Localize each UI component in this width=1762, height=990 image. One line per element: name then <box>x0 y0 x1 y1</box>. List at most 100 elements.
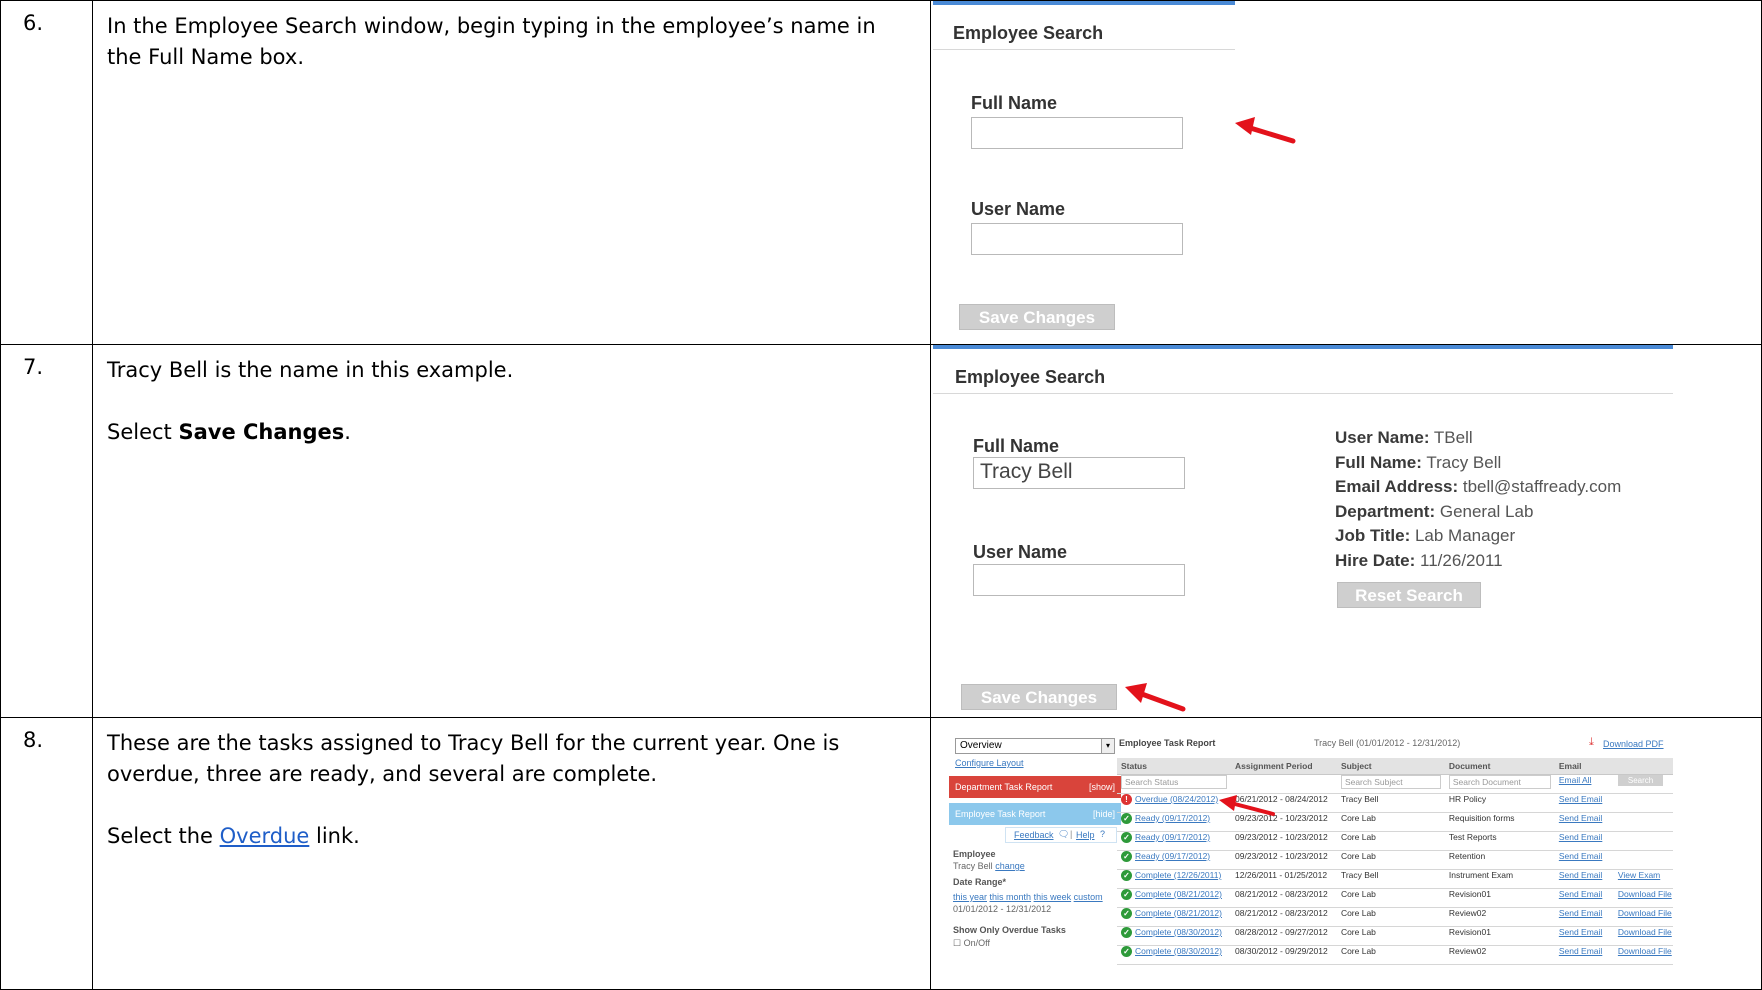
full-name-input[interactable]: Tracy Bell <box>973 457 1185 489</box>
assignment-period-cell: 09/23/2012 - 10/23/2012 <box>1231 831 1337 851</box>
status-link[interactable]: Ready (09/17/2012) <box>1135 851 1210 861</box>
detail-label: Hire Date: <box>1335 550 1416 570</box>
step-paragraph: Select the Overdue link. <box>107 821 916 852</box>
search-subject-input[interactable]: Search Subject <box>1340 775 1441 789</box>
reset-search-button[interactable]: Reset Search <box>1337 582 1481 608</box>
assignment-period: 12/26/2011 - 01/25/2012 <box>1235 870 1328 880</box>
column-header[interactable]: Status <box>1117 758 1232 775</box>
status-link[interactable]: Complete (08/30/2012) <box>1135 927 1222 937</box>
range-custom-link[interactable]: custom <box>1074 892 1103 902</box>
column-header[interactable]: Subject <box>1336 758 1445 775</box>
subject: Tracy Bell <box>1340 794 1379 804</box>
range-this-month-link[interactable]: this month <box>990 892 1032 902</box>
range-this-week-link[interactable]: this week <box>1034 892 1072 902</box>
send-email-link[interactable]: Send Email <box>1559 946 1602 956</box>
detail-full-name: Full Name: Tracy Bell <box>1335 451 1621 476</box>
action-link[interactable]: View Exam <box>1618 870 1660 880</box>
send-email-link[interactable]: Send Email <box>1559 889 1602 899</box>
step-paragraph: In the Employee Search window, begin typ… <box>107 14 876 69</box>
chevron-down-icon: ▾ <box>1101 739 1114 753</box>
window-top-bar <box>933 1 1235 5</box>
status-link[interactable]: Complete (08/21/2012) <box>1135 908 1222 918</box>
status-link[interactable]: Complete (08/21/2012) <box>1135 889 1222 899</box>
overdue-only-toggle[interactable]: ☐ On/Off <box>953 938 990 949</box>
overdue-only-label: Show Only Overdue Tasks <box>953 925 1066 935</box>
table-header-row: Status Assignment Period Subject Documen… <box>1117 758 1673 775</box>
step-number: 6. <box>0 0 93 345</box>
email-all-link[interactable]: Email All <box>1559 775 1592 785</box>
text-span: link. <box>309 824 360 848</box>
send-email-link-cell: Send Email <box>1554 926 1614 946</box>
subject: Core Lab <box>1340 813 1376 823</box>
checkbox-icon[interactable]: ☐ <box>953 938 961 948</box>
send-email-link-cell: Send Email <box>1554 869 1614 889</box>
user-name-label: User Name <box>973 542 1068 562</box>
column-header[interactable]: Email <box>1554 758 1614 775</box>
window-top-bar <box>933 345 1673 349</box>
column-header[interactable]: Document <box>1444 758 1555 775</box>
column-header[interactable]: Assignment Period <box>1231 758 1337 775</box>
status-link[interactable]: Complete (12/26/2011) <box>1135 870 1221 880</box>
search-status-input[interactable]: Search Status <box>1121 775 1228 789</box>
change-employee-link[interactable]: change <box>995 861 1025 871</box>
send-email-link[interactable]: Send Email <box>1559 870 1602 880</box>
send-email-link-cell: Send Email <box>1554 812 1614 832</box>
save-changes-button[interactable]: Save Changes <box>961 684 1117 710</box>
action-link[interactable]: Download File <box>1618 908 1672 918</box>
status-link[interactable]: Ready (09/17/2012) <box>1135 813 1210 823</box>
send-email-link[interactable]: Send Email <box>1559 851 1602 861</box>
search-button[interactable]: Search <box>1617 775 1664 786</box>
show-toggle[interactable]: [show] <box>1089 776 1115 798</box>
action-link-cell: View Exam <box>1613 869 1673 889</box>
status-cell: ✓ Complete (08/21/2012) <box>1117 907 1232 927</box>
report-subtitle: Tracy Bell (01/01/2012 - 12/31/2012) <box>1314 738 1461 748</box>
status-cell: ✓ Complete (08/30/2012) <box>1117 926 1232 946</box>
department-task-report-bar[interactable]: Department Task Report [show] <box>949 776 1121 798</box>
user-name-input[interactable] <box>973 564 1185 596</box>
feedback-link[interactable]: Feedback <box>1014 830 1054 840</box>
overview-select[interactable]: Overview ▾ <box>955 738 1115 754</box>
text-span: Select <box>107 420 179 444</box>
status-cell: ✓ Complete (12/26/2011) <box>1117 869 1232 889</box>
employee-label: Employee <box>953 849 996 859</box>
assignment-period-cell: 09/23/2012 - 10/23/2012 <box>1231 850 1337 870</box>
action-link-cell: Download File <box>1613 926 1673 946</box>
action-link[interactable]: Download File <box>1618 889 1672 899</box>
save-changes-button[interactable]: Save Changes <box>959 304 1115 330</box>
step-paragraph: Select Save Changes. <box>107 417 916 448</box>
check-icon: ✓ <box>1121 908 1132 920</box>
search-document-input[interactable]: Search Document <box>1448 775 1551 789</box>
subject-cell: Tracy Bell <box>1336 869 1445 889</box>
instruction-table: 6. In the Employee Search window, begin … <box>0 0 1762 990</box>
subject: Core Lab <box>1340 908 1376 918</box>
pdf-icon: ⤓ <box>1589 736 1594 748</box>
download-pdf-link[interactable]: Download PDF <box>1603 739 1664 749</box>
document-cell: Test Reports <box>1444 831 1555 851</box>
status-cell: ✓ Ready (09/17/2012) <box>1117 812 1232 832</box>
table-row: ! Overdue (08/24/2012) 06/21/2012 - 08/24/… <box>1117 793 1673 813</box>
send-email-link[interactable]: Send Email <box>1559 908 1602 918</box>
range-this-year-link[interactable]: this year <box>953 892 987 902</box>
action-link[interactable]: Download File <box>1618 946 1672 956</box>
hide-toggle[interactable]: [hide] <box>1093 803 1115 825</box>
full-name-input[interactable] <box>971 117 1183 149</box>
send-email-link[interactable]: Send Email <box>1559 927 1602 937</box>
send-email-link[interactable]: Send Email <box>1559 794 1602 804</box>
help-link[interactable]: Help <box>1076 830 1095 840</box>
send-email-link[interactable]: Send Email <box>1559 813 1602 823</box>
employee-task-report-bar[interactable]: Employee Task Report [hide] <box>949 803 1121 825</box>
feedback-help-box: Feedback 🗨 | Help ? <box>1005 827 1117 843</box>
detail-label: Job Title: <box>1335 526 1411 545</box>
overdue-link[interactable]: Overdue <box>220 824 310 848</box>
status-link[interactable]: Ready (09/17/2012) <box>1135 832 1210 842</box>
status-cell: ✓ Complete (08/21/2012) <box>1117 888 1232 908</box>
check-icon: ✓ <box>1121 927 1132 939</box>
document: Retention <box>1448 851 1486 861</box>
send-email-link[interactable]: Send Email <box>1559 832 1602 842</box>
action-link[interactable]: Download File <box>1618 927 1672 937</box>
send-email-link-cell: Send Email <box>1554 793 1614 813</box>
status-link[interactable]: Complete (08/30/2012) <box>1135 946 1222 956</box>
user-name-input[interactable] <box>971 223 1183 255</box>
status-link[interactable]: Overdue (08/24/2012) <box>1135 794 1218 804</box>
configure-layout-link[interactable]: Configure Layout <box>955 758 1024 768</box>
